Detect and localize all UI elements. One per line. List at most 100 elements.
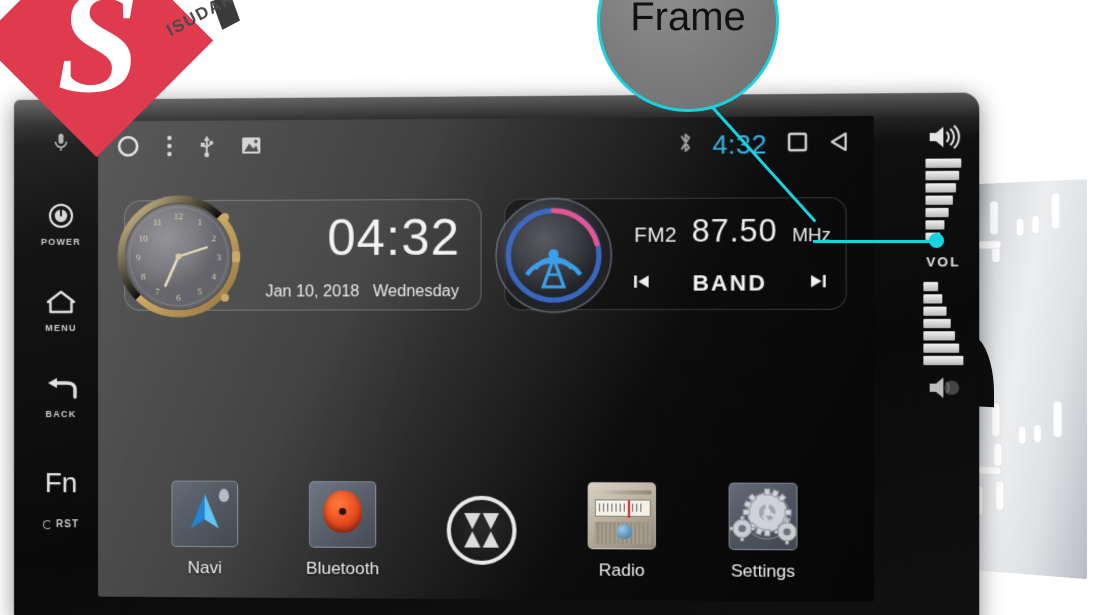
power-button-label: POWER [40,236,82,247]
volume-bar [925,183,957,193]
app-drawer-icon [446,495,517,566]
svg-text:4: 4 [212,271,217,281]
app-bluetooth-label: Bluetooth [306,558,380,578]
device-body: POWER MENU BACK Fn RST 4:32 12 1 2 3 4 5… [14,92,980,615]
bracket-slot [1053,400,1062,438]
skip-next-icon[interactable] [808,272,829,294]
speaker-low-icon[interactable] [927,374,961,406]
bracket-slot [989,200,999,235]
menu-button[interactable]: MENU [32,289,90,333]
wedge [464,531,480,547]
fn-button[interactable]: Fn [32,467,90,499]
bracket-slot [993,442,1002,468]
gears-icon [728,482,798,550]
app-radio[interactable]: Radio [564,481,680,580]
volume-label: VOL [926,254,961,270]
status-bar-clock: 4:32 [712,128,768,160]
back-button-label: BACK [45,409,77,420]
status-bar-left-icons [116,133,261,163]
bracket-slot [1018,425,1026,445]
power-icon [32,203,90,234]
app-navi[interactable]: Navi [148,480,261,578]
wedge [483,531,499,547]
radio-frequency-value: 87.50 [691,212,778,249]
bracket-slot [1051,192,1060,230]
overflow-menu-icon[interactable] [166,133,172,162]
app-navi-label: Navi [187,557,222,577]
volume-bar [923,318,951,329]
back-arrow-icon [32,377,90,406]
radio-frequency-unit: MHz [792,224,831,246]
radio-tuning-knob [616,523,633,539]
radio-controls: BAND [631,270,829,297]
retro-radio-icon [587,481,656,550]
frame-callout-label: Frame [630,0,746,39]
bracket-slot [1016,217,1024,237]
volume-bar [923,331,955,341]
screenshot-icon[interactable] [241,135,261,160]
car-stereo-head-unit: POWER MENU BACK Fn RST 4:32 12 1 2 3 4 5… [14,92,980,615]
recents-square-icon[interactable] [786,130,809,158]
home-circle-icon[interactable] [116,134,140,163]
clock-widget-weekday: Wednesday [372,282,460,301]
radio-dial-glyph [594,498,651,518]
hardware-key-column: POWER MENU BACK Fn RST [30,113,92,612]
product-photo: Frame POWER MENU BACK Fn RST 4:32 12 1 2… [0,0,1100,615]
skip-previous-icon[interactable] [631,273,652,294]
app-settings[interactable]: Settings [705,482,822,582]
volume-bar [925,170,960,181]
volume-strip: VOL [914,111,973,615]
volume-bars-lower[interactable] [923,279,964,368]
reset-button[interactable]: RST [42,519,79,530]
back-button[interactable]: BACK [32,377,90,419]
svg-text:3: 3 [217,252,222,262]
svg-text:10: 10 [139,233,149,243]
home-icon [32,289,90,320]
radio-tower-icon[interactable] [479,181,629,330]
volume-bar [925,195,953,205]
volume-bar [923,281,939,292]
volume-bar [925,207,949,218]
volume-bars-upper[interactable] [925,155,962,245]
home-widgets-row: 12 1 2 3 4 5 6 7 8 9 10 11 04:32 Jan 10,… [124,188,851,320]
clock-widget[interactable]: 12 1 2 3 4 5 6 7 8 9 10 11 04:32 Jan 10,… [124,199,482,311]
wedge [464,513,480,529]
power-button[interactable]: POWER [32,203,90,247]
radio-widget[interactable]: FM2 87.50 MHz BAND [504,197,847,310]
app-drawer-button[interactable] [424,495,539,566]
android-status-bar: 4:32 [98,116,874,176]
gears-glyph [730,483,798,550]
speaker-loud-icon[interactable] [927,124,961,156]
svg-text:12: 12 [174,211,183,221]
callout-leader-line-horizontal [813,240,937,243]
usb-icon[interactable] [199,133,215,162]
menu-button-label: MENU [45,322,77,333]
touchscreen[interactable]: 4:32 12 1 2 3 4 5 6 7 8 9 10 11 04:32 Ja… [98,115,874,603]
app-radio-label: Radio [598,559,645,580]
volume-bar [923,306,947,316]
volume-bar [923,355,964,366]
app-dock: Navi Bluetooth Radio Settings [98,464,874,602]
svg-text:1: 1 [197,217,202,227]
bracket-slot [995,480,1004,511]
app-settings-label: Settings [730,560,796,581]
svg-text:7: 7 [155,287,160,297]
radio-band-button[interactable]: BAND [692,270,767,297]
volume-bar [925,220,945,230]
bluetooth-disc-glyph [323,490,362,533]
svg-text:6: 6 [176,293,181,303]
brand-logo-letter: S [56,0,137,124]
clock-widget-date-value: Jan 10, 2018 [265,283,360,301]
bluetooth-icon [678,130,694,160]
clock-widget-date: Jan 10, 2018 Wednesday [265,283,459,302]
back-triangle-icon[interactable] [828,130,851,158]
callout-anchor-dot [929,233,944,248]
svg-text:11: 11 [153,217,162,227]
app-bluetooth[interactable]: Bluetooth [286,480,400,579]
navigation-arrow-icon [171,480,239,547]
navi-arrow-glyph [188,492,222,537]
clock-widget-time: 04:32 [327,209,461,267]
radio-band-value: FM2 [634,224,678,247]
svg-text:9: 9 [136,253,141,263]
volume-bar [923,343,960,353]
